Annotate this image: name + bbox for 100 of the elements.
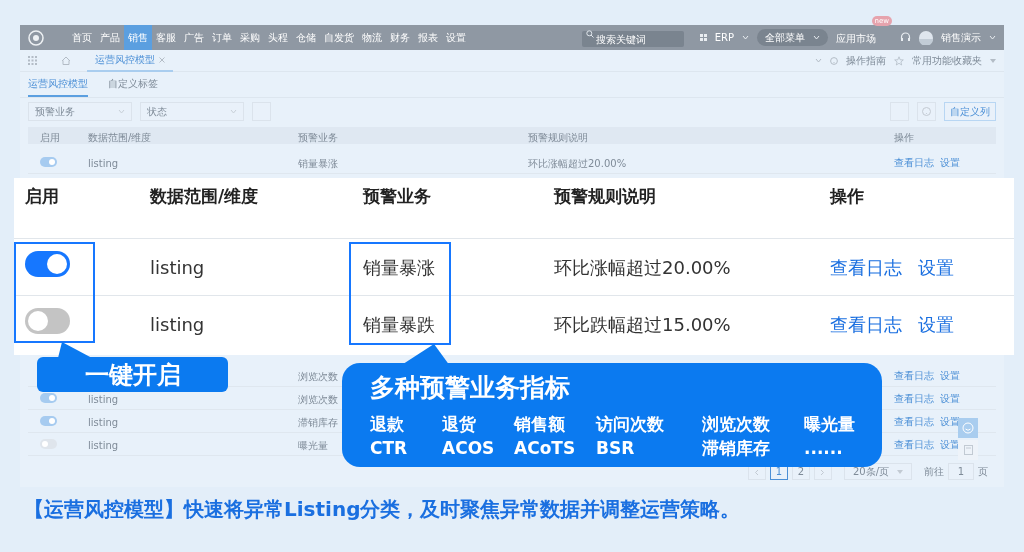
nav-item[interactable]: 自发货 xyxy=(320,25,358,50)
action-link[interactable]: 查看日志 xyxy=(894,413,934,429)
table-cell: 浏览次数 xyxy=(298,394,338,405)
help-button[interactable] xyxy=(917,102,936,121)
nav-item[interactable]: 物流 xyxy=(358,25,386,50)
table-cell: 环比跌幅超过15.00% xyxy=(554,313,731,335)
sub-tab[interactable]: 运营风控模型 xyxy=(28,72,88,97)
column-header: 预警规则说明 xyxy=(554,186,656,206)
action-link[interactable]: 查看日志 xyxy=(830,253,902,281)
apps-grid-icon[interactable] xyxy=(28,56,37,65)
metric-label: ACoTS xyxy=(514,438,576,458)
app-market-link[interactable]: 应用市场 xyxy=(836,32,876,44)
chevron-down-icon[interactable] xyxy=(815,58,822,63)
table-cell: listing xyxy=(150,313,205,335)
table-cell: 销量暴跌 xyxy=(363,313,435,335)
favorites-menu[interactable]: 常用功能收藏夹 xyxy=(912,53,982,68)
nav-item[interactable]: 订单 xyxy=(208,25,236,50)
metric-label: 退货 xyxy=(442,414,476,434)
open-tab[interactable]: 运营风控模型 xyxy=(87,49,173,72)
metric-label: 浏览次数 xyxy=(702,414,770,434)
chevron-down-icon xyxy=(230,109,237,114)
erp-menu[interactable]: ERP xyxy=(714,25,734,50)
caret-down-icon[interactable] xyxy=(990,58,996,63)
metric-label: BSR xyxy=(596,438,635,458)
action-link[interactable]: 设置 xyxy=(940,154,960,170)
goto-label: 前往 xyxy=(924,465,944,479)
column-header: 预警规则说明 xyxy=(528,131,588,143)
filter-dropdown[interactable]: 预警业务 xyxy=(28,102,132,121)
nav-item[interactable]: 销售 xyxy=(124,25,152,50)
nav-item[interactable]: 报表 xyxy=(414,25,442,50)
table-cell: 浏览次数 xyxy=(298,371,338,382)
table-cell: listing xyxy=(88,440,119,451)
guide-link[interactable]: 操作指南 xyxy=(846,53,886,68)
chevron-right-icon xyxy=(820,468,826,476)
nav-item[interactable]: 客服 xyxy=(152,25,180,50)
nav-item[interactable]: 广告 xyxy=(180,25,208,50)
action-link[interactable]: 设置 xyxy=(940,367,960,383)
star-icon xyxy=(894,55,904,66)
table-cell: listing xyxy=(88,158,119,169)
callout-title: 多种预警业务指标 xyxy=(370,372,571,404)
search-icon xyxy=(585,29,594,38)
help-icon xyxy=(830,56,838,65)
table-cell: 曝光量 xyxy=(298,440,328,451)
avatar-icon[interactable] xyxy=(919,30,933,45)
table-cell: 销量暴涨 xyxy=(298,158,338,169)
metric-label: 滞销库存 xyxy=(702,438,770,458)
nav-item[interactable]: 首页 xyxy=(68,25,96,50)
close-icon xyxy=(159,56,165,63)
action-link[interactable]: 设置 xyxy=(918,253,954,281)
sub-tab[interactable]: 自定义标签 xyxy=(108,72,158,97)
chevron-down-icon xyxy=(118,109,125,114)
help-icon xyxy=(922,107,931,116)
nav-item[interactable]: 设置 xyxy=(442,25,470,50)
action-link[interactable]: 设置 xyxy=(940,390,960,406)
action-link[interactable]: 查看日志 xyxy=(894,390,934,406)
table-cell: listing xyxy=(88,417,119,428)
nav-item[interactable]: 财务 xyxy=(386,25,414,50)
smiley-icon xyxy=(962,422,974,434)
logo-icon[interactable] xyxy=(28,29,44,46)
page-input[interactable]: 1 xyxy=(948,463,974,480)
action-link[interactable]: 查看日志 xyxy=(894,436,934,452)
action-link[interactable]: 查看日志 xyxy=(894,154,934,170)
notes-button[interactable] xyxy=(958,440,978,460)
table-cell: 滞销库存 xyxy=(298,417,338,428)
caption-text: 【运营风控模型】快速将异常Listing分类，及时聚焦异常数据并调整运营策略。 xyxy=(24,496,741,523)
nav-item[interactable]: 头程 xyxy=(264,25,292,50)
toggle-switch[interactable] xyxy=(40,157,57,167)
caret-down-icon xyxy=(897,469,903,474)
metric-label: 访问次数 xyxy=(596,414,664,434)
column-header: 预警业务 xyxy=(363,186,431,206)
metric-label: 曝光量 xyxy=(804,414,855,434)
nav-item[interactable]: 仓储 xyxy=(292,25,320,50)
grid-icon xyxy=(699,34,707,41)
table-cell: 销量暴涨 xyxy=(363,256,435,278)
metric-label: ...... xyxy=(804,438,843,458)
toggle-switch[interactable] xyxy=(25,307,70,334)
page-size-dropdown[interactable]: 20条/页 xyxy=(843,463,912,480)
column-header: 数据范围/维度 xyxy=(88,131,152,143)
page-unit-label: 页 xyxy=(978,465,988,479)
action-link[interactable]: 查看日志 xyxy=(830,310,902,338)
filter-dropdown[interactable]: 状态 xyxy=(140,102,244,121)
table-cell: 环比涨幅超过20.00% xyxy=(528,158,627,169)
feedback-button[interactable] xyxy=(958,418,978,438)
all-menu-button[interactable]: 全部菜单 xyxy=(757,29,828,46)
custom-columns-button[interactable]: 自定义列 xyxy=(944,102,996,121)
document-icon xyxy=(963,445,973,455)
toggle-switch[interactable] xyxy=(40,439,57,449)
user-name[interactable]: 销售演示 xyxy=(941,25,981,50)
toggle-switch[interactable] xyxy=(40,416,57,426)
nav-item[interactable]: 采购 xyxy=(236,25,264,50)
column-header: 操作 xyxy=(830,186,864,206)
nav-item[interactable]: 产品 xyxy=(96,25,124,50)
metric-label: 销售额 xyxy=(514,414,565,434)
home-icon[interactable] xyxy=(61,56,71,65)
search-field[interactable]: 搜索关键词 xyxy=(581,31,684,47)
action-link[interactable]: 设置 xyxy=(918,310,954,338)
action-link[interactable]: 查看日志 xyxy=(894,367,934,383)
headset-icon[interactable] xyxy=(900,32,911,43)
toggle-switch[interactable] xyxy=(40,393,57,403)
toggle-switch[interactable] xyxy=(25,250,70,277)
